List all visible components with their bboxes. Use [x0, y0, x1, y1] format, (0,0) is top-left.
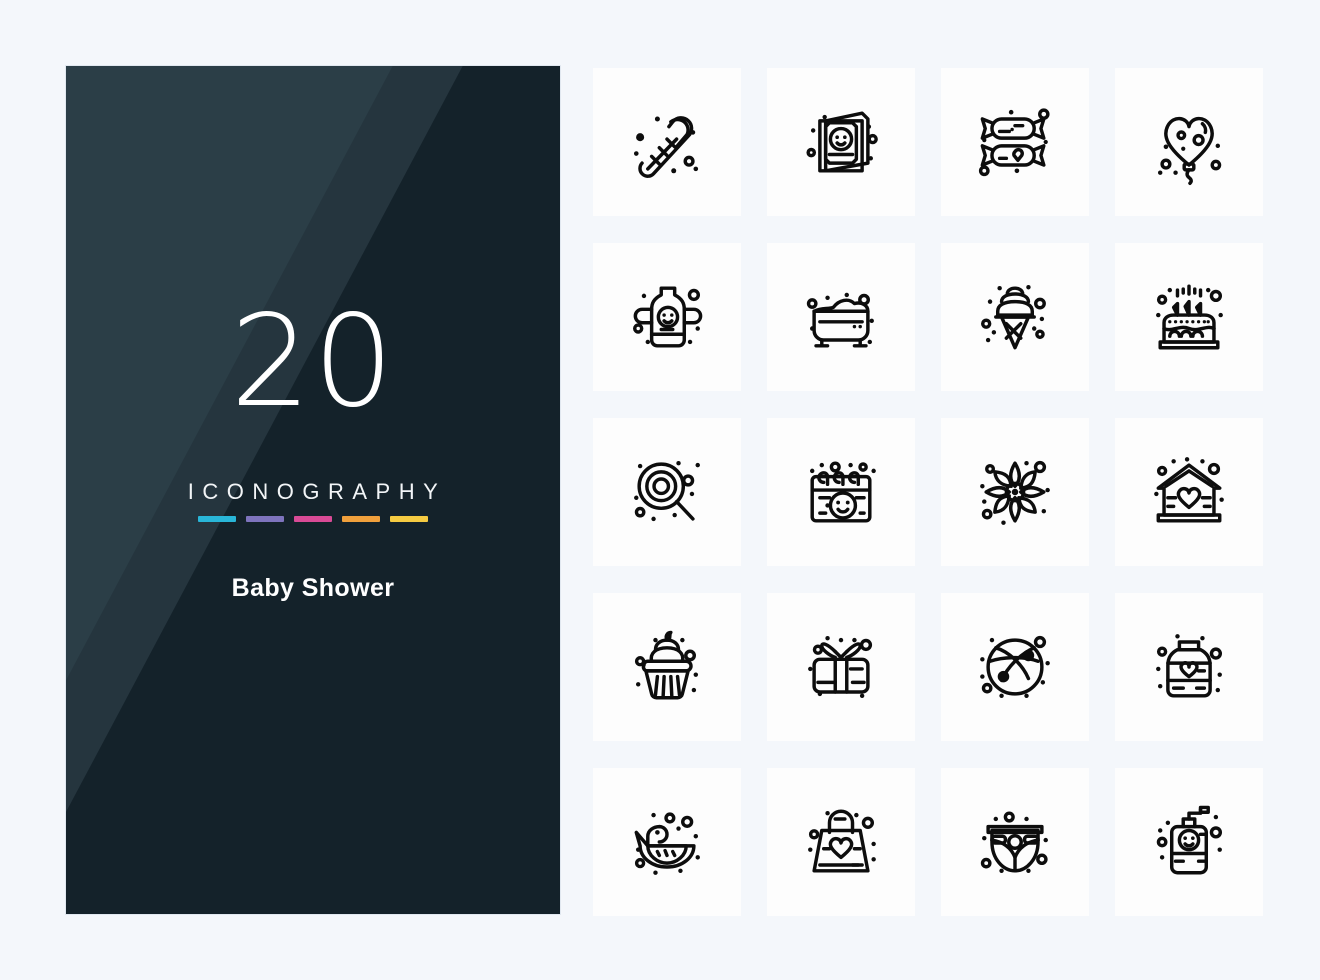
- accent-bar-cyan: [198, 516, 236, 522]
- candy-cane-icon: [633, 116, 699, 178]
- accent-bar-orange: [342, 516, 380, 522]
- icon-set-slide: 20 ICONOGRAPHY Baby Shower: [0, 0, 1320, 980]
- icon-count: 20: [230, 287, 396, 435]
- icon-card-candy-cane[interactable]: [593, 68, 741, 216]
- icon-card-candies[interactable]: [941, 68, 1089, 216]
- icon-card-gift-box[interactable]: [767, 593, 915, 741]
- heart-balloon-icon: [1157, 116, 1222, 186]
- accent-bar-purple: [246, 516, 284, 522]
- icon-card-baby-food-jar[interactable]: [1115, 593, 1263, 741]
- icon-card-cupcake[interactable]: [593, 593, 741, 741]
- home-heart-icon: [1154, 457, 1224, 523]
- bathtub-icon: [806, 292, 874, 348]
- icon-card-lotion-bottle[interactable]: [1115, 768, 1263, 916]
- icon-card-sippy-cup[interactable]: [593, 243, 741, 391]
- sippy-cup-icon: [633, 286, 703, 348]
- cover-panel: 20 ICONOGRAPHY Baby Shower: [66, 66, 560, 914]
- icon-card-ice-cream-cone[interactable]: [941, 243, 1089, 391]
- icon-card-greeting-card[interactable]: [767, 68, 915, 216]
- gift-box-icon: [808, 635, 873, 699]
- icon-card-calendar-baby[interactable]: [767, 418, 915, 566]
- icon-card-bathtub[interactable]: [767, 243, 915, 391]
- lotion-bottle-icon: [1156, 805, 1223, 875]
- accent-bar-yellow: [390, 516, 428, 522]
- icon-card-diaper[interactable]: [941, 768, 1089, 916]
- diaper-icon: [980, 811, 1048, 874]
- icon-card-baby-ball[interactable]: [941, 593, 1089, 741]
- accent-bar-pink: [294, 516, 332, 522]
- icon-grid: [593, 68, 1263, 916]
- ice-cream-cone-icon: [981, 285, 1046, 350]
- set-title: Baby Shower: [231, 574, 395, 602]
- pinwheel-flower-icon: [980, 460, 1050, 525]
- icon-card-home-heart[interactable]: [1115, 418, 1263, 566]
- icon-card-lollipop[interactable]: [593, 418, 741, 566]
- cupcake-icon: [634, 630, 699, 700]
- icon-card-birthday-cake[interactable]: [1115, 243, 1263, 391]
- icon-card-rubber-duck[interactable]: [593, 768, 741, 916]
- birthday-cake-icon: [1156, 284, 1223, 350]
- accent-bar-group: [198, 516, 428, 522]
- heart-shopping-bag-icon: [808, 809, 876, 873]
- icon-card-heart-shopping-bag[interactable]: [767, 768, 915, 916]
- baby-food-jar-icon: [1156, 634, 1223, 698]
- baby-ball-icon: [980, 635, 1050, 699]
- candies-icon: [978, 108, 1050, 177]
- greeting-card-icon: [806, 111, 878, 173]
- icon-card-heart-balloon[interactable]: [1115, 68, 1263, 216]
- icon-card-pinwheel-flower[interactable]: [941, 418, 1089, 566]
- lollipop-icon: [634, 460, 700, 522]
- rubber-duck-icon: [634, 812, 700, 875]
- calendar-baby-icon: [809, 461, 876, 523]
- wordmark: ICONOGRAPHY: [187, 479, 447, 504]
